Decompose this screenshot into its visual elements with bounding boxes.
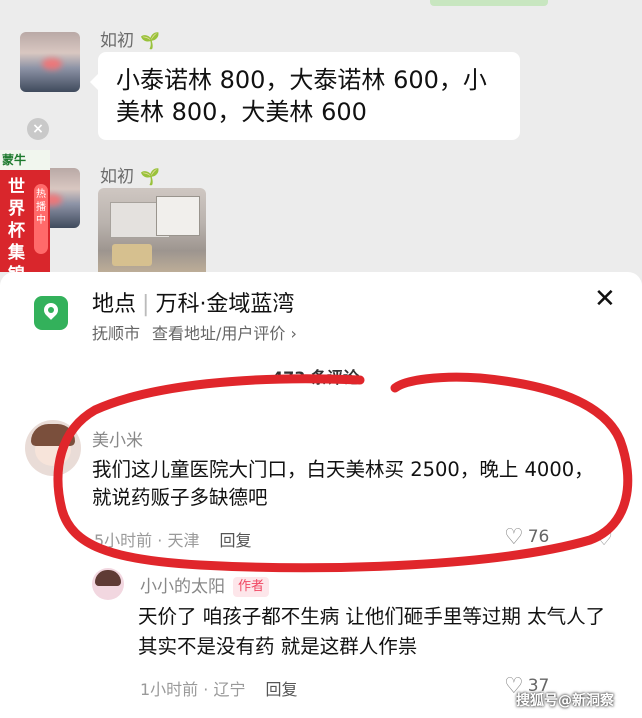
like-count: 76 [527, 527, 550, 547]
comment-count: 473 条评论 [272, 368, 359, 387]
ad-banner[interactable]: 蒙牛 世界杯集锦 热播中 [0, 150, 50, 272]
comment-meta: 1小时前 · 辽宁 回复 [140, 676, 297, 700]
location-label: 地点 [92, 292, 137, 317]
message-photo[interactable] [98, 188, 206, 278]
location-comments-sheet: 地点 | 万科·金域蓝湾 抚顺市 查看地址/用户评价 › ✕ 473 条评论 美小米 … [0, 272, 642, 718]
sender-name-text: 如初 [100, 31, 134, 51]
reply-button[interactable]: 回复 [219, 531, 251, 550]
message-bubble[interactable]: 小泰诺林 800，大泰诺林 600，小美林 800，大美林 600 [90, 52, 520, 140]
comment-time-place: 1小时前 · 辽宁 [140, 680, 246, 699]
comment-text: 天价了 咱孩子都不生病 让他们砸手里等过期 太气人了 其实不是没有药 就是这群人… [138, 605, 606, 658]
ad-title: 世界杯集锦 [8, 177, 25, 272]
commenter-avatar[interactable] [25, 420, 81, 476]
location-city: 抚顺市 [92, 324, 141, 343]
sprout-icon: 🌱 [140, 31, 160, 50]
reply-button[interactable]: 回复 [265, 680, 297, 699]
sender-name: 如初 🌱 [100, 162, 160, 187]
author-badge: 作者 [233, 577, 270, 597]
like-button[interactable]: ♡ 76 [504, 525, 549, 550]
commenter-name-text: 小小的太阳 [140, 577, 225, 597]
comment-time-place: 5小时前 · 天津 [94, 531, 200, 550]
sprout-icon: 🌱 [140, 167, 160, 186]
commenter-avatar[interactable] [92, 568, 124, 600]
sender-name: 如初 🌱 [100, 26, 160, 51]
commenter-name[interactable]: 小小的太阳 作者 [140, 572, 270, 597]
comment-text: 我们这儿童医院大门口，白天美林买 2500，晚上 4000，就说药贩子多缺德吧 [92, 458, 594, 509]
location-name: 万科·金域蓝湾 [155, 292, 295, 317]
chat-background: 如初 🌱 小泰诺林 800，大泰诺林 600，小美林 800，大美林 600 × … [0, 0, 642, 290]
separator: | [142, 292, 150, 317]
commenter-name[interactable]: 美小米 [92, 426, 143, 451]
location-subtitle: 抚顺市 查看地址/用户评价 › [92, 320, 297, 344]
sender-avatar[interactable] [20, 32, 80, 92]
close-ad-icon[interactable]: × [27, 118, 49, 140]
heart-icon: ♡ [504, 525, 524, 550]
top-bubble-edge [430, 0, 548, 6]
sender-name-text: 如初 [100, 167, 134, 187]
broken-heart-icon[interactable]: ♡ [595, 526, 613, 550]
comment-meta: 5小时前 · 天津 回复 [94, 527, 251, 551]
view-address-link[interactable]: 查看地址/用户评价 › [152, 324, 297, 343]
ad-brand: 蒙牛 [0, 150, 50, 170]
ad-tag: 热播中 [34, 184, 48, 254]
watermark: 搜狐号@新洞察 [516, 693, 614, 709]
location-pin-icon [34, 296, 68, 330]
location-title[interactable]: 地点 | 万科·金域蓝湾 [92, 286, 294, 318]
close-icon[interactable]: ✕ [594, 286, 616, 312]
